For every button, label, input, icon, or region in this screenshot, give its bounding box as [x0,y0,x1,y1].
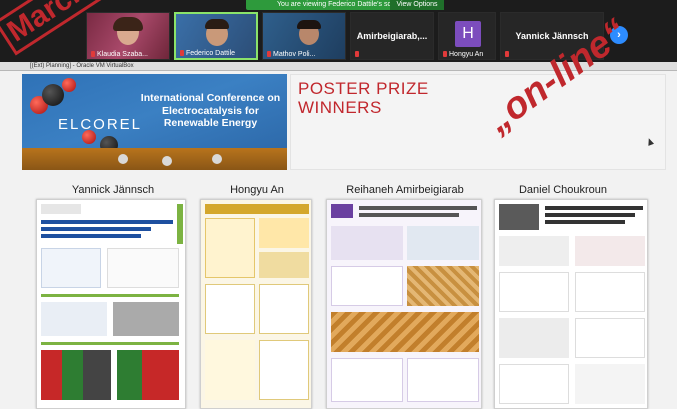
poster-thumbnail[interactable] [200,199,312,409]
poster-chart [117,350,179,400]
poster-divider [41,294,179,297]
poster-text-block [407,358,479,402]
mic-muted-icon [443,51,447,57]
molecule-sphere [62,78,76,92]
molecule-sphere [212,154,222,164]
poster-figure [499,204,539,230]
molecule-sphere [42,84,64,106]
poster-chart [41,350,111,400]
poster-chart [331,266,403,306]
poster-title-line [359,213,459,217]
poster-title-line [41,234,141,238]
poster-chart [259,340,309,400]
poster-thumbnail[interactable] [494,199,648,409]
presentation-slide: ELCOREL International Conference on Elec… [0,71,677,409]
poster-chart [499,364,569,404]
mic-muted-icon [267,51,271,57]
mic-muted-icon [180,50,184,56]
participant-name [505,51,511,58]
participant-name: Klaudia Szaba... [91,51,148,58]
poster-title-line [41,220,173,224]
participant-name [355,51,361,58]
participant-hair [205,19,229,29]
poster-text-block [499,236,569,266]
slide-heading: POSTER PRIZE WINNERS [298,79,429,117]
poster-thumbnail[interactable] [36,199,186,409]
poster-logo [41,204,81,214]
mic-muted-icon [355,51,359,57]
poster-figure [113,302,179,336]
participant-avatar: H [455,21,481,47]
poster-microscopy [407,266,479,306]
presenter-name: Hongyu An [230,184,284,196]
poster-title-line [41,227,151,231]
poster-title-line [545,213,635,217]
poster-figure [259,252,309,278]
poster-thumbnail[interactable] [326,199,482,409]
poster-text-block [107,248,179,288]
presenter-name: Reihaneh Amirbeigiarab [346,184,464,196]
poster-text-block [331,358,403,402]
poster-logo [331,204,353,218]
elcorel-logo: ELCOREL [58,116,143,133]
poster-figure [41,302,107,336]
view-options-button[interactable]: View Options [390,0,444,10]
presenter-name: Daniel Choukroun [518,184,608,196]
poster-chart [259,284,309,334]
molecule-sphere [118,154,128,164]
participant-name: Federico Dattile [180,50,235,57]
participant-tile[interactable]: Klaudia Szaba... [86,12,170,60]
poster-header [205,204,309,214]
poster-chart [575,318,645,358]
poster-chart [575,272,645,312]
poster-divider [41,342,179,345]
poster-figure [575,236,645,266]
poster-title-line [545,206,643,210]
banner-ground [22,148,287,170]
poster-title-line [545,220,625,224]
poster-text-block [575,364,645,404]
mic-muted-icon [91,51,95,57]
poster-figure [331,226,403,260]
participant-tile-active[interactable]: Federico Dattile [174,12,258,60]
poster-chart [499,272,569,312]
participant-name: Mathov Poli... [267,51,315,58]
poster-microscopy [331,312,479,352]
mic-muted-icon [505,51,509,57]
participant-display-name: Amirbeigiarab,... [356,31,428,41]
poster-figure [499,318,569,358]
poster-text-block [205,340,255,400]
participant-tile[interactable]: Amirbeigiarab,... [350,12,434,60]
vm-window-title: [(Ext) Planning] - Oracle VM VirtualBox [30,63,134,69]
poster-chart [205,284,255,334]
poster-accent [177,204,183,244]
conference-title: International Conference on Electrocatal… [140,92,281,129]
participant-name: Hongyu An [443,51,483,58]
participant-tile[interactable]: H Hongyu An [438,12,496,60]
poster-figure [259,218,309,248]
poster-title-line [359,206,477,210]
conference-banner: ELCOREL International Conference on Elec… [22,74,287,170]
participant-hair [113,17,143,31]
poster-text-block [205,218,255,278]
presenter-name: Yannick Jännsch [71,184,155,196]
poster-figure [41,248,101,288]
participant-tile[interactable]: Mathov Poli... [262,12,346,60]
molecule-sphere [162,156,172,166]
poster-figure [407,226,479,260]
participant-hair [297,20,321,29]
